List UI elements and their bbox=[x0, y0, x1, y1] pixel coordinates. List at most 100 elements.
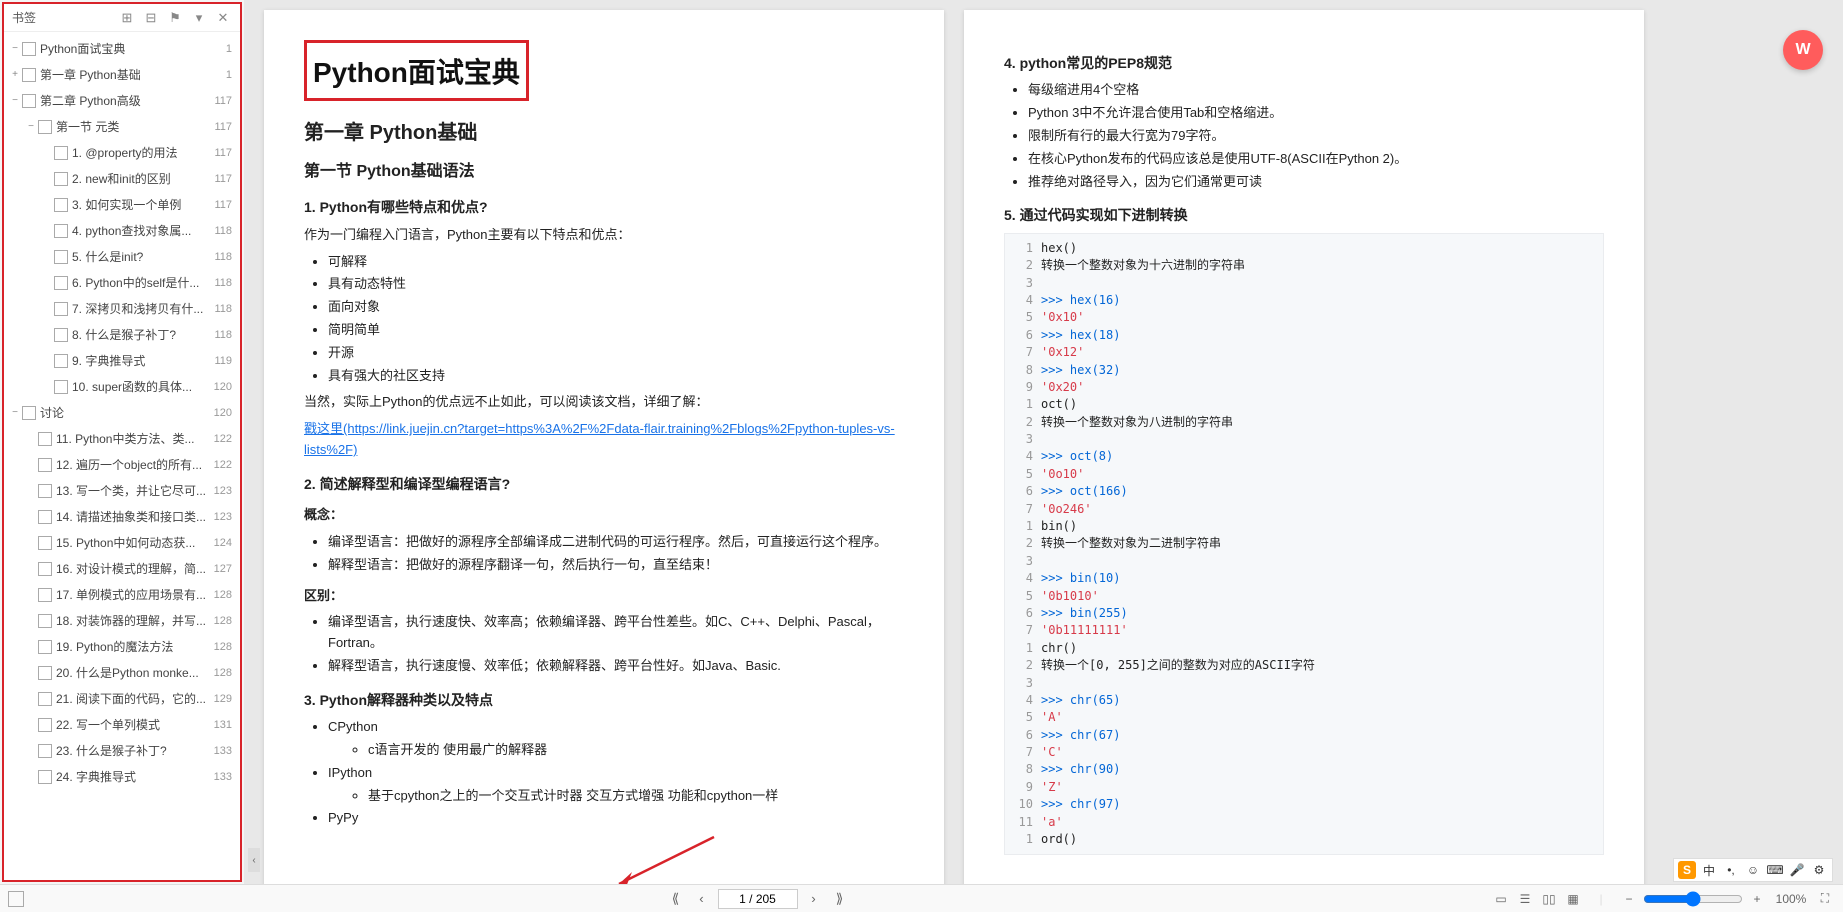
code-line: 6>>> hex(18) bbox=[1013, 327, 1595, 344]
bookmark-icon bbox=[38, 744, 52, 758]
bookmark-item[interactable]: −第一节 元类117 bbox=[4, 114, 240, 140]
view-continuous-icon[interactable]: ☰ bbox=[1515, 889, 1535, 909]
code-line: 7'C' bbox=[1013, 744, 1595, 761]
bookmark-item[interactable]: −Python面试宝典1 bbox=[4, 36, 240, 62]
bookmark-item[interactable]: 3. 如何实现一个单例117 bbox=[4, 192, 240, 218]
prev-page-button[interactable]: ‹ bbox=[692, 889, 712, 909]
bookmark-item[interactable]: 11. Python中类方法、类...122 bbox=[4, 426, 240, 452]
bookmark-icon bbox=[22, 68, 36, 82]
bookmark-item[interactable]: 16. 对设计模式的理解，简...127 bbox=[4, 556, 240, 582]
bookmark-item[interactable]: +第一章 Python基础1 bbox=[4, 62, 240, 88]
bookmark-icon bbox=[54, 380, 68, 394]
bookmark-icon bbox=[38, 614, 52, 628]
bookmark-icon bbox=[54, 302, 68, 316]
bookmark-item[interactable]: 10. super函数的具体...120 bbox=[4, 374, 240, 400]
ime-lang-toggle[interactable]: 中 bbox=[1700, 861, 1718, 879]
remove-bookmark-icon[interactable]: ⊟ bbox=[142, 9, 160, 27]
close-sidebar-icon[interactable]: ✕ bbox=[214, 9, 232, 27]
list-item: 面向对象 bbox=[328, 297, 904, 318]
first-page-button[interactable]: ⟪ bbox=[666, 889, 686, 909]
bookmark-toggle-icon[interactable]: + bbox=[8, 65, 22, 85]
dropdown-icon[interactable]: ▾ bbox=[190, 9, 208, 27]
bookmark-label: 17. 单例模式的应用场景有... bbox=[56, 585, 210, 605]
bookmark-toggle-icon[interactable]: − bbox=[8, 403, 22, 423]
bookmark-item[interactable]: 4. python查找对象属...118 bbox=[4, 218, 240, 244]
bookmark-item[interactable]: 1. @property的用法117 bbox=[4, 140, 240, 166]
ime-keyboard-icon[interactable]: ⌨ bbox=[1766, 861, 1784, 879]
q1-link[interactable]: 戳这里 bbox=[304, 421, 343, 436]
bookmark-label: 3. 如何实现一个单例 bbox=[72, 195, 210, 215]
view-single-icon[interactable]: ▭ bbox=[1491, 889, 1511, 909]
zoom-slider[interactable] bbox=[1643, 891, 1743, 907]
bookmark-item[interactable]: 15. Python中如何动态获...124 bbox=[4, 530, 240, 556]
fullscreen-icon[interactable]: ⛶ bbox=[1815, 889, 1835, 909]
bookmark-label: 第二章 Python高级 bbox=[40, 91, 210, 111]
bookmark-flag-icon[interactable]: ⚑ bbox=[166, 9, 184, 27]
bookmark-item[interactable]: 2. new和init的区别117 bbox=[4, 166, 240, 192]
bookmark-item[interactable]: 18. 对装饰器的理解，并写...128 bbox=[4, 608, 240, 634]
bookmark-item[interactable]: 12. 遍历一个object的所有...122 bbox=[4, 452, 240, 478]
annotation-arrow bbox=[604, 832, 724, 884]
sidebar-collapse-toggle[interactable]: ‹ bbox=[248, 848, 260, 872]
bookmark-item[interactable]: −第二章 Python高级117 bbox=[4, 88, 240, 114]
code-line: 4>>> hex(16) bbox=[1013, 292, 1595, 309]
bookmark-item[interactable]: 19. Python的魔法方法128 bbox=[4, 634, 240, 660]
add-bookmark-icon[interactable]: ⊞ bbox=[118, 9, 136, 27]
bookmark-page: 128 bbox=[214, 637, 232, 657]
code-line: 3 bbox=[1013, 553, 1595, 570]
bookmark-item[interactable]: 23. 什么是猴子补丁?133 bbox=[4, 738, 240, 764]
word-fab-button[interactable]: W bbox=[1783, 30, 1823, 70]
ime-toolbar[interactable]: S 中 •, ☺ ⌨ 🎤 ⚙ bbox=[1673, 858, 1833, 882]
bookmark-item[interactable]: 9. 字典推导式119 bbox=[4, 348, 240, 374]
bookmark-item[interactable]: −讨论120 bbox=[4, 400, 240, 426]
q2-concept: 概念： bbox=[304, 505, 904, 526]
page-number-input[interactable] bbox=[718, 889, 798, 909]
zoom-in-button[interactable]: + bbox=[1747, 889, 1767, 909]
bookmark-page: 120 bbox=[214, 403, 232, 423]
list-item: 推荐绝对路径导入，因为它们通常更可读 bbox=[1028, 172, 1604, 193]
bookmark-item[interactable]: 21. 阅读下面的代码，它的...129 bbox=[4, 686, 240, 712]
bookmark-item[interactable]: 6. Python中的self是什...118 bbox=[4, 270, 240, 296]
bookmark-page: 122 bbox=[214, 455, 232, 475]
bookmark-page: 129 bbox=[214, 689, 232, 709]
bookmark-item[interactable]: 5. 什么是init?118 bbox=[4, 244, 240, 270]
code-line: 5'A' bbox=[1013, 709, 1595, 726]
ime-punct-icon[interactable]: •, bbox=[1722, 861, 1740, 879]
bookmark-label: 9. 字典推导式 bbox=[72, 351, 210, 371]
last-page-button[interactable]: ⟫ bbox=[830, 889, 850, 909]
bookmark-item[interactable]: 20. 什么是Python monke...128 bbox=[4, 660, 240, 686]
code-line: 4>>> chr(65) bbox=[1013, 692, 1595, 709]
bookmark-item[interactable]: 8. 什么是猴子补丁?118 bbox=[4, 322, 240, 348]
bookmark-toggle-icon[interactable]: − bbox=[8, 39, 22, 59]
zoom-out-button[interactable]: − bbox=[1619, 889, 1639, 909]
bookmark-item[interactable]: 17. 单例模式的应用场景有...128 bbox=[4, 582, 240, 608]
bookmark-label: 第一节 元类 bbox=[56, 117, 210, 137]
bookmark-item[interactable]: 7. 深拷贝和浅拷贝有什...118 bbox=[4, 296, 240, 322]
code-line: 1chr() bbox=[1013, 640, 1595, 657]
view-book-icon[interactable]: ▦ bbox=[1563, 889, 1583, 909]
bookmark-page: 128 bbox=[214, 663, 232, 683]
list-item: 可解释 bbox=[328, 252, 904, 273]
bookmark-item[interactable]: 22. 写一个单列模式131 bbox=[4, 712, 240, 738]
next-page-button[interactable]: › bbox=[804, 889, 824, 909]
view-facing-icon[interactable]: ▯▯ bbox=[1539, 889, 1559, 909]
bookmark-item[interactable]: 13. 写一个类，并让它尽可...123 bbox=[4, 478, 240, 504]
code-line: 6>>> oct(166) bbox=[1013, 483, 1595, 500]
code-line: 4>>> oct(8) bbox=[1013, 448, 1595, 465]
bookmark-toggle-icon[interactable]: − bbox=[24, 117, 38, 137]
ime-emoji-icon[interactable]: ☺ bbox=[1744, 861, 1762, 879]
bookmark-item[interactable]: 14. 请描述抽象类和接口类...123 bbox=[4, 504, 240, 530]
bookmark-label: 13. 写一个类，并让它尽可... bbox=[56, 481, 210, 501]
bookmark-label: 23. 什么是猴子补丁? bbox=[56, 741, 210, 761]
code-line: 1hex() bbox=[1013, 240, 1595, 257]
selection-tool-icon[interactable] bbox=[8, 891, 24, 907]
q1-link-url[interactable]: (https://link.juejin.cn?target=https%3A%… bbox=[304, 421, 895, 457]
bookmark-item[interactable]: 24. 字典推导式133 bbox=[4, 764, 240, 790]
list-item: PyPy bbox=[328, 808, 904, 829]
bookmark-toggle-icon[interactable]: − bbox=[8, 91, 22, 111]
code-line: 1oct() bbox=[1013, 396, 1595, 413]
ime-mic-icon[interactable]: 🎤 bbox=[1788, 861, 1806, 879]
ime-settings-icon[interactable]: ⚙ bbox=[1810, 861, 1828, 879]
bookmark-tree[interactable]: −Python面试宝典1+第一章 Python基础1−第二章 Python高级1… bbox=[4, 32, 240, 880]
bookmark-label: 14. 请描述抽象类和接口类... bbox=[56, 507, 210, 527]
